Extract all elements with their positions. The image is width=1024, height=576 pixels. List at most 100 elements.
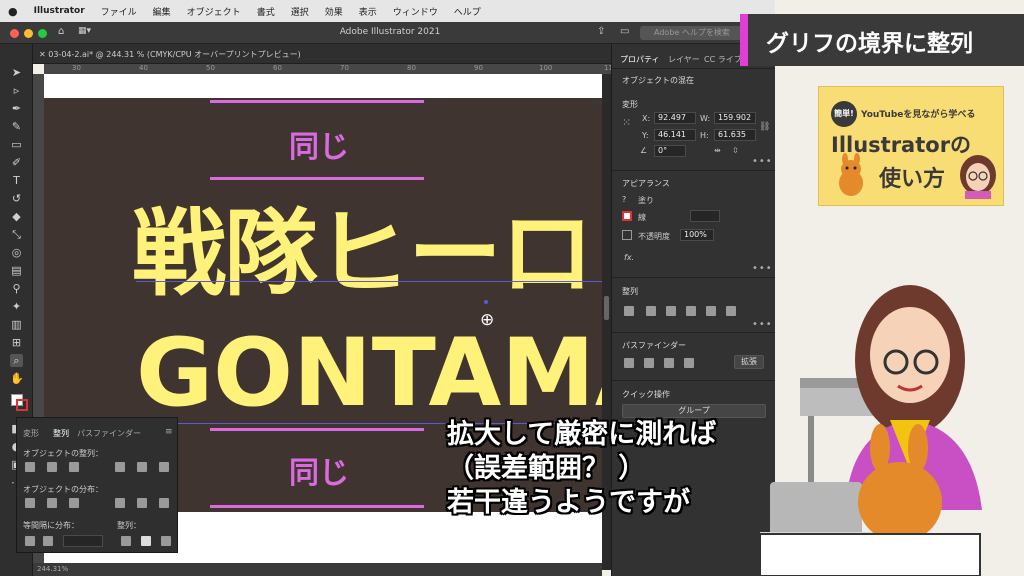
- unite-icon[interactable]: [624, 358, 634, 368]
- float-align-hcenter-icon[interactable]: [47, 462, 57, 472]
- app-titlebar: ⌂ ▦▾ Adobe Illustrator 2021 ⇪ ▭ Adobe ヘル…: [0, 22, 775, 44]
- align-to-selection-icon[interactable]: [121, 536, 131, 546]
- distribute-right-icon[interactable]: [159, 498, 169, 508]
- close-window-button[interactable]: [10, 29, 19, 38]
- align-left-icon[interactable]: [624, 306, 634, 316]
- scale-tool-icon[interactable]: ⤡: [10, 228, 23, 241]
- tab-layers[interactable]: レイヤー: [668, 54, 700, 65]
- anchor-point[interactable]: [484, 300, 488, 304]
- x-label: X:: [642, 114, 651, 123]
- group-button[interactable]: グループ: [622, 404, 766, 418]
- menu-edit[interactable]: 編集: [145, 5, 179, 18]
- y-field[interactable]: 46.141: [654, 129, 696, 141]
- menu-effect[interactable]: 効果: [317, 5, 351, 18]
- align-vcenter-icon[interactable]: [706, 306, 716, 316]
- align-bottom-icon[interactable]: [726, 306, 736, 316]
- float-align-right-icon[interactable]: [69, 462, 79, 472]
- zoom-window-button[interactable]: [38, 29, 47, 38]
- pen-tool-icon[interactable]: ✒: [10, 102, 23, 115]
- rotate-tool-icon[interactable]: ↺: [10, 192, 23, 205]
- brush-tool-icon[interactable]: ✐: [10, 156, 23, 169]
- shape-builder-tool-icon[interactable]: ◎: [10, 246, 23, 259]
- close-tab-icon[interactable]: ✕: [39, 50, 48, 59]
- spacing-vertical-icon[interactable]: [25, 536, 35, 546]
- w-field[interactable]: 159.902: [714, 112, 756, 124]
- stroke-weight-field[interactable]: [690, 210, 720, 222]
- horizontal-ruler[interactable]: 30 40 50 60 70 80 90 100 110: [44, 64, 617, 74]
- panel-menu-icon[interactable]: ≡: [165, 427, 173, 437]
- menu-window[interactable]: ウィンドウ: [385, 5, 446, 18]
- stroke-color-swatch[interactable]: [622, 211, 632, 221]
- h-field[interactable]: 61.635: [714, 129, 756, 141]
- align-top-icon[interactable]: [686, 306, 696, 316]
- hand-tool-icon[interactable]: ✋: [10, 372, 24, 385]
- lesson-title-badge: グリフの境界に整列: [740, 14, 1024, 66]
- arrange-icon[interactable]: ▭: [620, 26, 629, 37]
- intersect-icon[interactable]: [664, 358, 674, 368]
- stroke-swatch[interactable]: [16, 399, 28, 411]
- blend-tool-icon[interactable]: ✦: [10, 300, 23, 313]
- tab-cc-libraries[interactable]: CC ライブ: [704, 54, 742, 65]
- artboard-tool-icon[interactable]: ⊞: [10, 336, 23, 349]
- selection-tool-icon[interactable]: ➤: [10, 66, 23, 79]
- tab-properties[interactable]: プロパティ: [620, 54, 660, 65]
- distribute-bottom-icon[interactable]: [69, 498, 79, 508]
- zoom-level[interactable]: 244.31%: [37, 565, 68, 573]
- opacity-field[interactable]: 100%: [680, 229, 714, 241]
- chart-tool-icon[interactable]: ▥: [10, 318, 23, 331]
- ruler-tick: 70: [340, 64, 349, 72]
- float-align-left-icon[interactable]: [25, 462, 35, 472]
- float-tab-pathfinder[interactable]: パスファインダー: [77, 428, 141, 439]
- flip-vertical-icon[interactable]: ⇳: [732, 146, 739, 155]
- exclude-icon[interactable]: [684, 358, 694, 368]
- rectangle-tool-icon[interactable]: ▭: [10, 138, 23, 151]
- menu-app[interactable]: Illustrator: [26, 6, 93, 16]
- align-to-artboard-icon[interactable]: [161, 536, 171, 546]
- float-align-bottom-icon[interactable]: [159, 462, 169, 472]
- distribute-top-icon[interactable]: [25, 498, 35, 508]
- distribute-left-icon[interactable]: [115, 498, 125, 508]
- direct-selection-tool-icon[interactable]: ▹: [10, 84, 23, 97]
- scroll-thumb[interactable]: [604, 296, 609, 320]
- headline-japanese[interactable]: 戦隊ヒーロ: [132, 178, 594, 314]
- document-tab[interactable]: ✕ 03-04-2.ai* @ 244.31 % (CMYK/CPU オーバープ…: [33, 44, 611, 64]
- curvature-tool-icon[interactable]: ✎: [10, 120, 23, 133]
- minus-front-icon[interactable]: [644, 358, 654, 368]
- fx-icon[interactable]: fx.: [624, 253, 634, 262]
- workspace-switcher-icon[interactable]: ▦▾: [78, 26, 91, 36]
- type-tool-icon[interactable]: T: [10, 174, 23, 187]
- float-align-vcenter-icon[interactable]: [137, 462, 147, 472]
- float-tab-align[interactable]: 整列: [53, 428, 69, 439]
- align-hcenter-icon[interactable]: [646, 306, 656, 316]
- menu-select[interactable]: 選択: [283, 5, 317, 18]
- menu-view[interactable]: 表示: [351, 5, 385, 18]
- flip-horizontal-icon[interactable]: ⇹: [714, 146, 721, 155]
- menu-object[interactable]: オブジェクト: [179, 5, 249, 18]
- minimize-window-button[interactable]: [24, 29, 33, 38]
- headline-english[interactable]: GONTAMAN: [136, 319, 602, 428]
- x-field[interactable]: 92.497: [654, 112, 696, 124]
- reference-point-icon[interactable]: ⁙: [622, 116, 631, 129]
- align-to-key-object-icon[interactable]: [141, 536, 151, 546]
- distribute-vcenter-icon[interactable]: [47, 498, 57, 508]
- eraser-tool-icon[interactable]: ◆: [10, 210, 23, 223]
- align-right-icon[interactable]: [666, 306, 676, 316]
- gradient-tool-icon[interactable]: ▤: [10, 264, 23, 277]
- angle-field[interactable]: 0°: [654, 145, 686, 157]
- share-icon[interactable]: ⇪: [597, 26, 605, 37]
- float-align-top-icon[interactable]: [115, 462, 125, 472]
- home-icon[interactable]: ⌂: [58, 26, 64, 37]
- w-label: W:: [700, 114, 711, 123]
- constrain-proportions-icon[interactable]: ⛓: [759, 122, 770, 132]
- apple-icon[interactable]: ●: [0, 5, 26, 18]
- distribute-hcenter-icon[interactable]: [137, 498, 147, 508]
- spacing-field[interactable]: [63, 535, 103, 547]
- menu-file[interactable]: ファイル: [93, 5, 145, 18]
- spacing-horizontal-icon[interactable]: [43, 536, 53, 546]
- menu-help[interactable]: ヘルプ: [446, 5, 489, 18]
- menu-type[interactable]: 書式: [249, 5, 283, 18]
- float-tab-transform[interactable]: 変形: [23, 428, 39, 439]
- eyedropper-tool-icon[interactable]: ⚲: [10, 282, 23, 295]
- more-options-icon[interactable]: •••: [752, 156, 773, 167]
- zoom-tool-icon[interactable]: ⌕: [10, 354, 23, 367]
